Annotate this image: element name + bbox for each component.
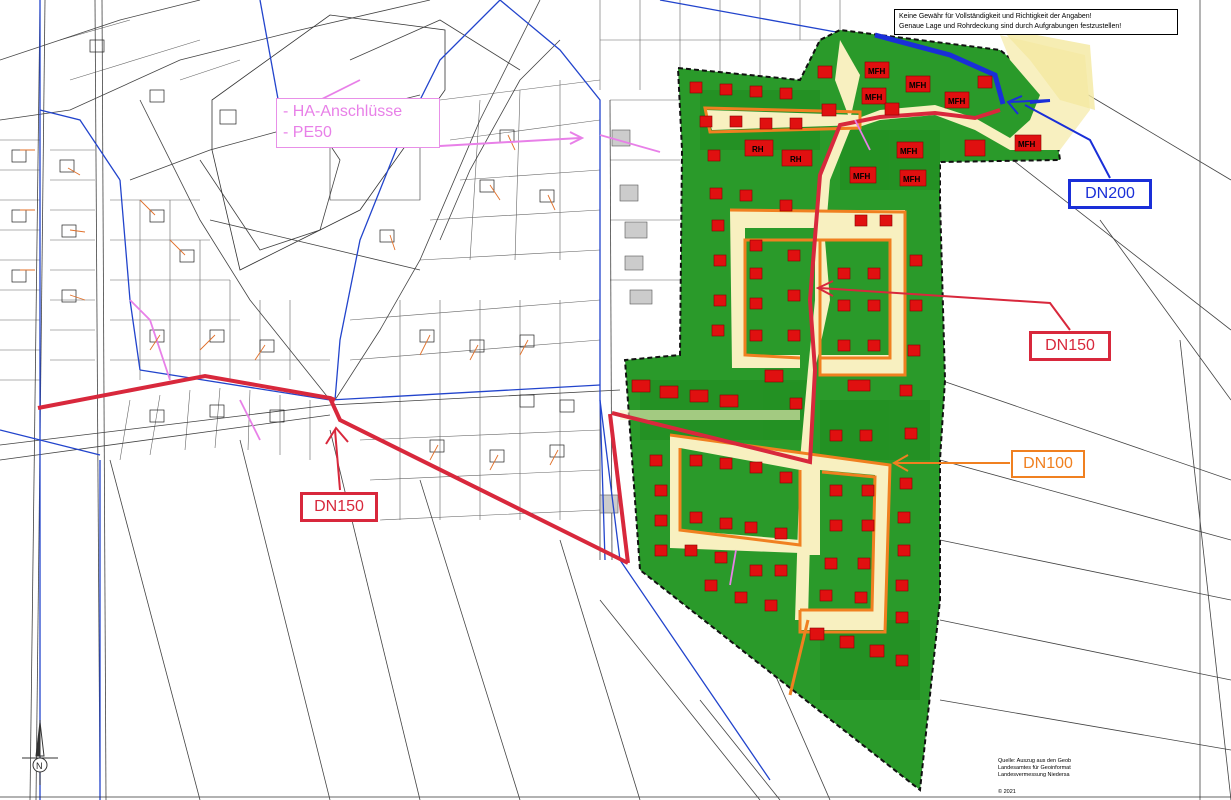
- source-line-3: Landesvermessung Niedersa: [998, 772, 1070, 778]
- ha-label-line-2: - PE50: [283, 124, 332, 141]
- source-line-2: Landesamtes für Geoinformat: [998, 765, 1071, 771]
- mfh-label: MFH: [900, 147, 918, 156]
- mfh-label: MFH: [868, 67, 886, 76]
- disclaimer-line-1: Keine Gewähr für Vollständigkeit und Ric…: [899, 13, 1092, 20]
- dn200-label: DN200: [1068, 179, 1152, 209]
- dn100-label: DN100: [1011, 450, 1085, 478]
- mfh-label: MFH: [865, 93, 883, 102]
- dn150-east-label: DN150: [1029, 331, 1111, 361]
- source-line-1: Quelle: Auszug aus den Geob: [998, 758, 1072, 764]
- rh-label: RH: [790, 155, 802, 164]
- mfh-label: MFH: [853, 172, 871, 181]
- copyright-note: © 2021: [998, 789, 1016, 795]
- mfh-label: MFH: [948, 97, 966, 106]
- mfh-label: MFH: [909, 81, 927, 90]
- north-arrow-label: N: [36, 761, 43, 771]
- source-note: Quelle: Auszug aus den Geob Landesamtes …: [998, 758, 1098, 779]
- ha-label-line-1: - HA-Anschlüsse: [283, 103, 403, 120]
- mfh-label: MFH: [903, 175, 921, 184]
- ha-connections-label: - HA-Anschlüsse - PE50: [276, 98, 440, 148]
- rh-label: RH: [752, 145, 764, 154]
- disclaimer-box: Keine Gewähr für Vollständigkeit und Ric…: [894, 9, 1178, 35]
- mfh-label: MFH: [1018, 140, 1036, 149]
- site-plan-map: MFH MFH MFH MFH MFH MFH MFH MFH RH RH N: [0, 0, 1231, 800]
- dn150-west-label: DN150: [300, 492, 378, 522]
- disclaimer-line-2: Genaue Lage und Rohrdeckung sind durch A…: [899, 23, 1122, 30]
